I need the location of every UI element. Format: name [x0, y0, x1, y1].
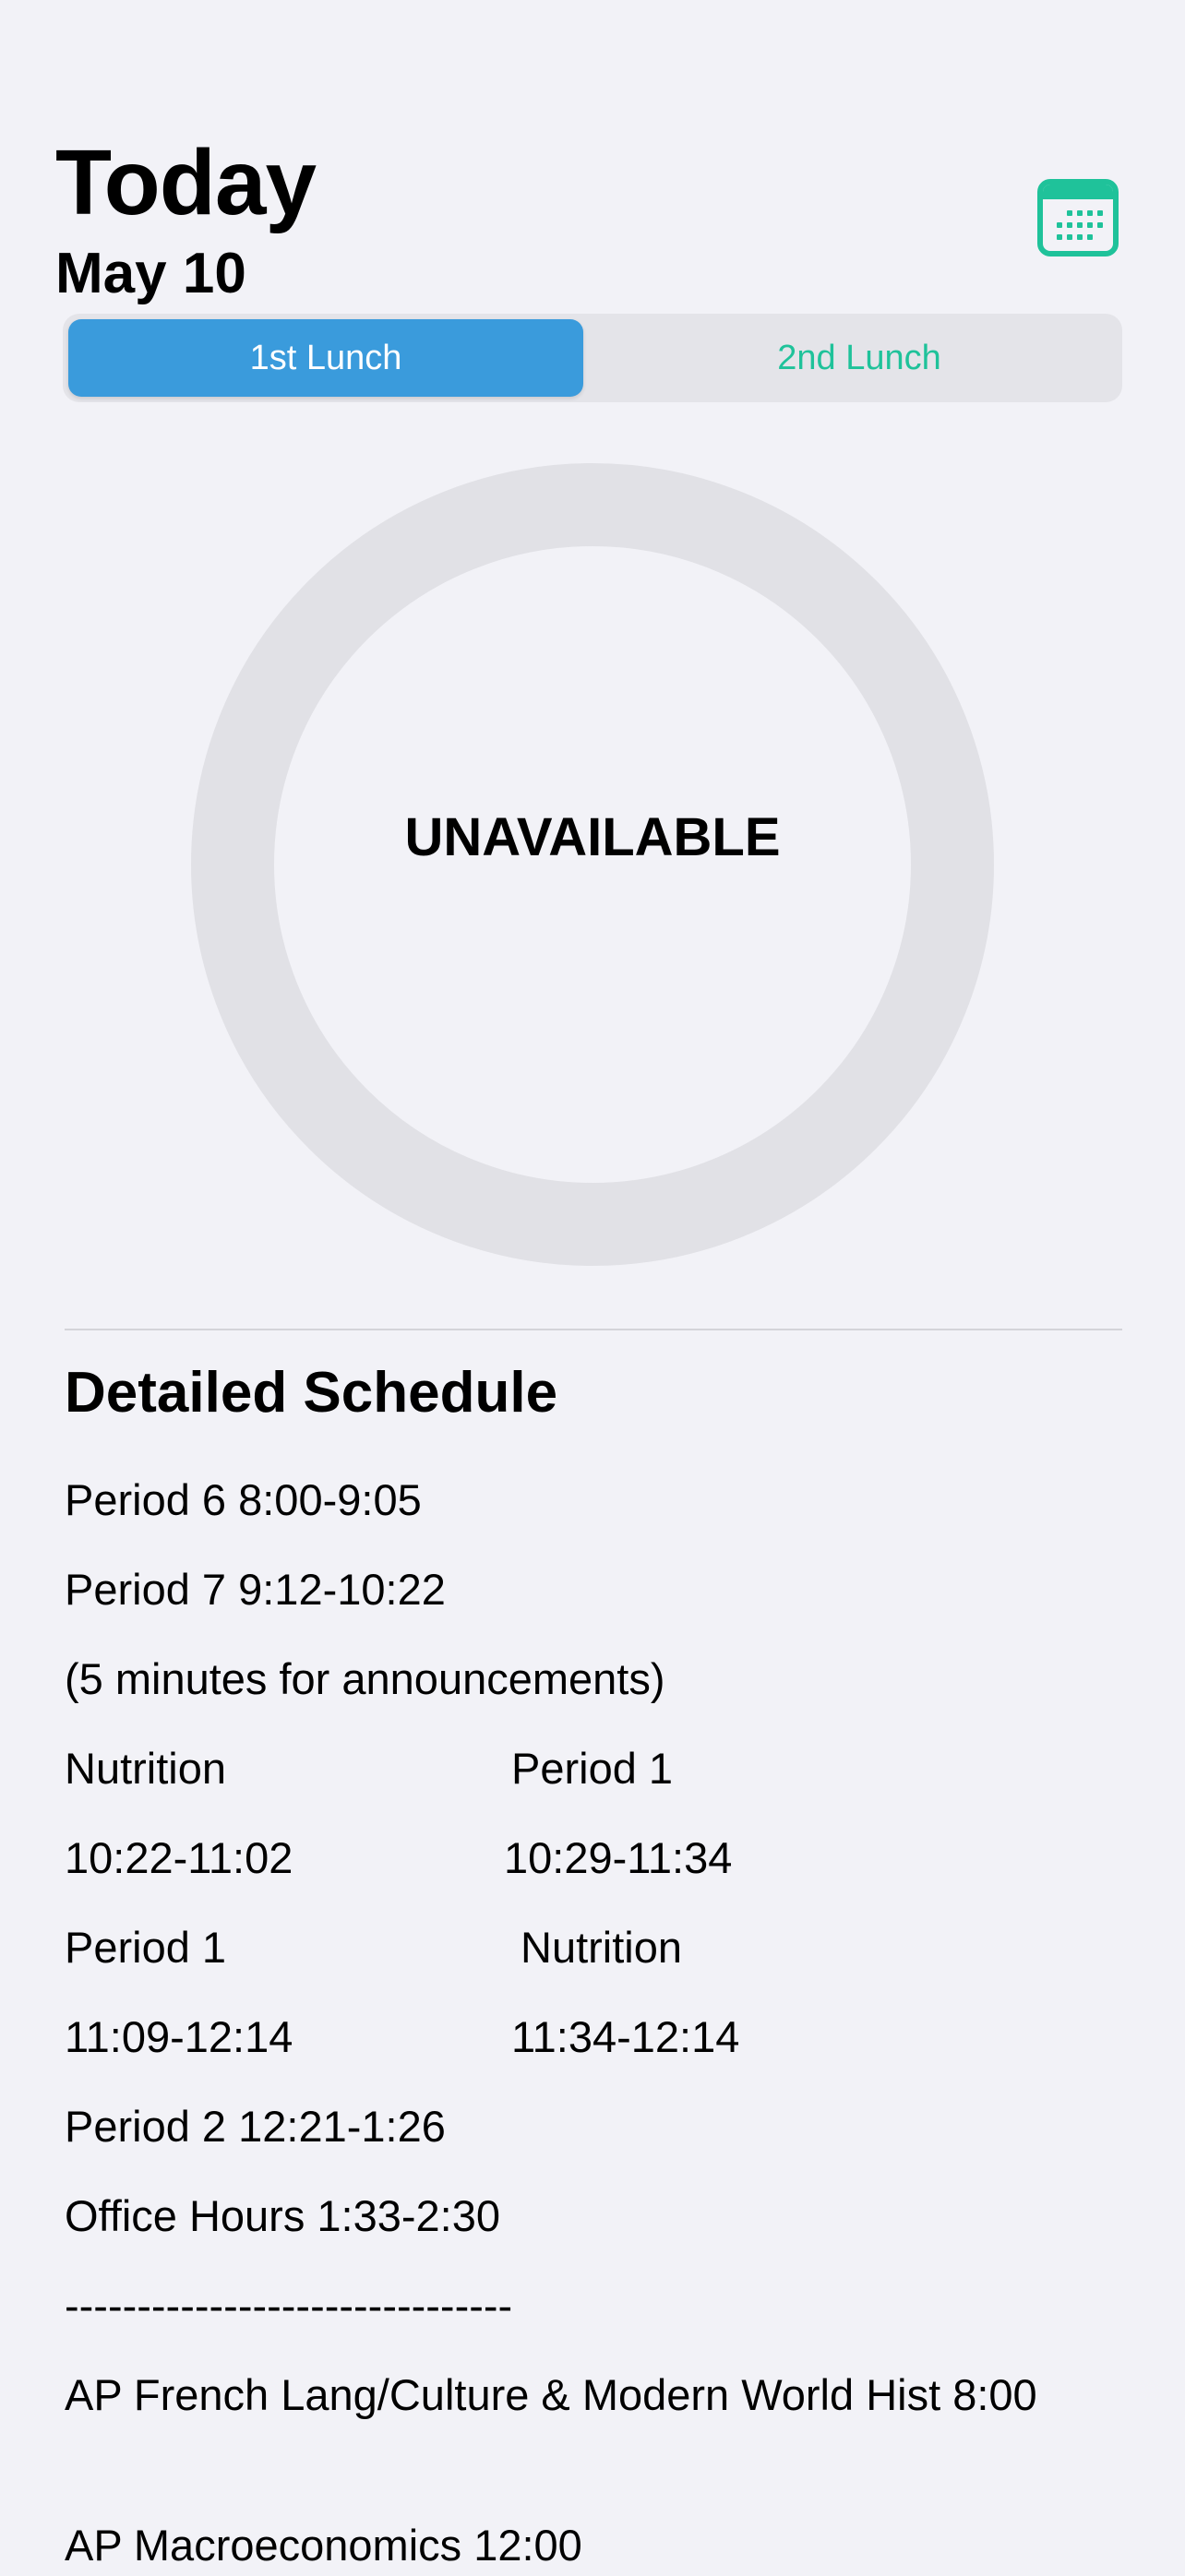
lunch-col-right: 11:34-12:14 [511, 2012, 740, 2061]
schedule-line: Office Hours 1:33-2:30 [65, 2191, 500, 2240]
schedule-line: (5 minutes for announcements) [65, 1654, 665, 1703]
page-date: May 10 [55, 242, 246, 305]
page-title: Today [55, 131, 317, 234]
lunch-col-right: Nutrition [521, 1923, 683, 1972]
lunch-col-left: 11:09-12:14 [65, 2012, 293, 2061]
exam-line: AP French Lang/Culture & Modern World Hi… [65, 2370, 1037, 2419]
lunch-col-right: Period 1 [511, 1744, 674, 1793]
segment-2nd-lunch[interactable]: 2nd Lunch [602, 319, 1117, 397]
divider [65, 1329, 1122, 1330]
progress-ring-label: UNAVAILABLE [404, 807, 781, 867]
lunch-col-right: 10:29-11:34 [504, 1833, 733, 1882]
schedule-title: Detailed Schedule [65, 1361, 558, 1425]
lunch-col-left: Period 1 [65, 1923, 227, 1972]
schedule-line: Period 6 8:00-9:05 [65, 1475, 422, 1524]
schedule-line: Period 2 12:21-1:26 [65, 2102, 446, 2151]
calendar-button[interactable] [1037, 179, 1119, 256]
lunch-segmented-control: 1st Lunch 2nd Lunch [63, 314, 1122, 402]
lunch-col-left: Nutrition [65, 1744, 227, 1793]
exam-line: AP Macroeconomics 12:00 [65, 2521, 582, 2570]
calendar-icon [1043, 185, 1113, 199]
segment-1st-lunch[interactable]: 1st Lunch [68, 319, 583, 397]
schedule-line: Period 7 9:12-10:22 [65, 1565, 446, 1614]
lunch-col-left: 10:22-11:02 [65, 1833, 293, 1882]
schedule-separator: ------------------------------- [65, 2281, 513, 2330]
